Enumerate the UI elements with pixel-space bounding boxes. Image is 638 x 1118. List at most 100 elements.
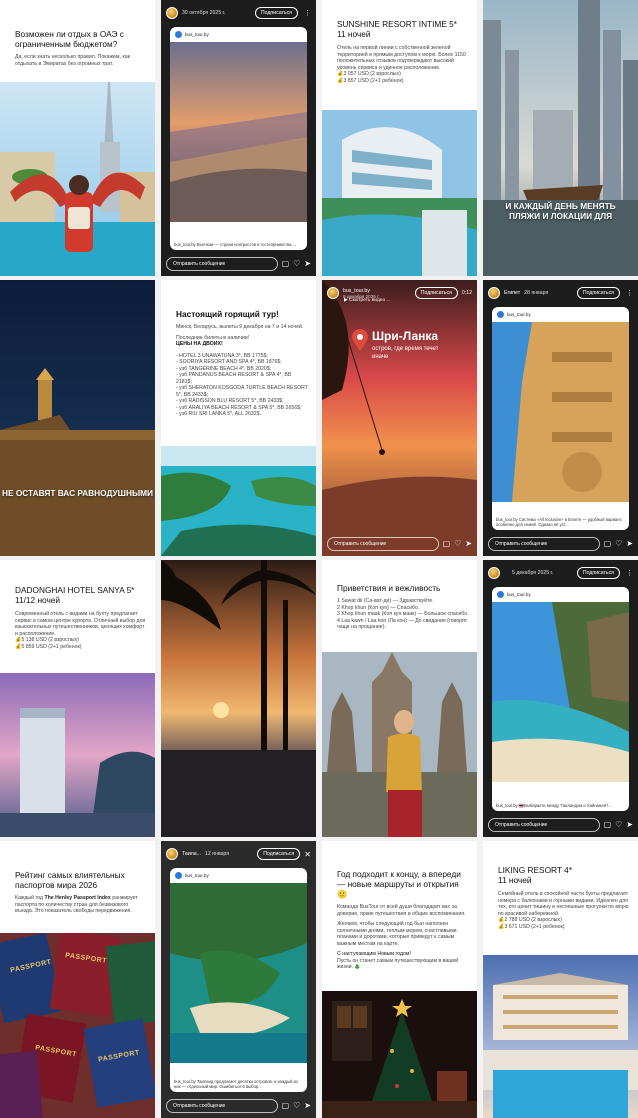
story-vietnam[interactable]: 30 октября 2025 г. Подписаться ⋮ bus_tou… [161,0,316,276]
message-input[interactable]: Отправить сообщение [488,536,600,551]
post-sunshine-resort[interactable]: SUNSHINE RESORT INTIME 5* 11 ночей Отель… [322,0,477,276]
avatar[interactable] [166,848,178,860]
thai-beach-photo [492,602,629,782]
overlay-text: НЕ ОСТАВЯТ ВАС РАВНОДУШНЫМИ [1,488,153,498]
message-input[interactable]: Отправить сообщение [488,817,600,832]
heart-icon[interactable]: ♡ [454,539,461,548]
post-body: Да, если знать несколько правил. Покажем… [15,54,130,67]
resort-photo [322,110,477,276]
greeting-body: Пусть он станет самым путешествующим в в… [337,957,459,971]
send-icon[interactable]: ➤ [304,1101,311,1110]
phrase-line: 3 Khop khun maak (Коп кун маак) — Большо… [337,611,469,617]
palm-sunset-photo [161,560,316,837]
send-icon[interactable]: ➤ [626,820,633,829]
more-icon[interactable]: ⋮ [626,569,633,577]
subscribe-button[interactable]: Подписаться [576,567,620,579]
avatar[interactable] [327,287,339,299]
post-uae-boat[interactable]: И КАЖДЫЙ ДЕНЬ МЕНЯТЬ ПЛЯЖИ И ЛОКАЦИИ ДЛЯ [483,0,638,276]
hotel-title: DADONGHAI HOTEL SANYA 5* [15,585,135,595]
story-egypt[interactable]: Египет 28 января Подписаться ⋮ bus_tour.… [483,280,638,556]
dubai-photo [0,82,155,276]
overlay-text: И КАЖДЫЙ ДЕНЬ МЕНЯТЬ ПЛЯЖИ И ЛОКАЦИИ ДЛЯ [505,201,616,221]
heart-icon[interactable]: ♡ [293,259,300,268]
hotel-title: SUNSHINE RESORT INTIME 5* [337,19,458,29]
island-aerial-photo [170,883,307,1063]
post-liking-resort[interactable]: LIKING RESORT 4* 11 ночей Семейный отель… [483,841,638,1118]
prices-heading: ЦЕНЫ НА ДВОИХ! [176,341,223,347]
post-new-year[interactable]: Год подходит к концу, а впереди — новые … [322,841,477,1118]
close-icon[interactable]: ✕ [304,850,311,859]
tagline: остров, где время течет иначе [372,346,439,360]
map-pin-icon [352,329,368,351]
gallery-icon[interactable]: ▢ [282,1101,290,1110]
hotel-description: Семейный отель в спокойной части бухты п… [498,891,629,917]
price-line: - узб PANDANUS BEACH RESORT & SPA 4*, BB… [176,372,292,385]
more-icon[interactable]: ⋮ [626,289,633,297]
more-icon[interactable]: ⋮ [304,9,311,17]
story-thailand-hainan[interactable]: 5 декабря 2025 г. Подписаться ⋮ bus_tour… [483,560,638,837]
heart-icon[interactable]: ♡ [615,820,622,829]
avatar-mini [175,872,182,879]
price-family: 💰5 859 USD (2+1 ребенок) [15,643,82,650]
post-thai-phrases[interactable]: Приветствия и вежливость 1 Sawat dii (Са… [322,560,477,837]
story-date: 28 января [524,290,549,296]
heart-icon[interactable]: ♡ [293,1101,300,1110]
christmas-photo [322,991,477,1118]
account-name: bus_tour.by [185,873,209,878]
post-title: Возможен ли отдых в ОАЭ с ограниченным б… [15,29,124,49]
story-author: Таила... [182,851,201,857]
index-name: The Henley Passport Index [44,895,111,901]
hotel-description: Современный отель с видами на бухту пред… [15,611,146,637]
story-thai-islands[interactable]: Таила... 12 января Подписаться ✕ bus_tou… [161,841,316,1118]
island-photo [161,446,316,556]
post-title: Рейтинг самых влиятельных паспортов мира… [15,870,125,890]
subscribe-button[interactable]: Подписаться [254,7,298,19]
avatar[interactable] [166,7,178,19]
message-input[interactable]: Отправить сообщение [327,536,439,551]
subscribe-button[interactable]: Подписаться [576,287,620,299]
post-title: Год подходит к концу, а впереди — новые … [337,869,461,899]
story-sri-lanka[interactable]: bus_tour.by 9 декабря 2025 г. Подписатьс… [322,280,477,556]
gallery-icon[interactable]: ▢ [443,539,451,548]
send-icon[interactable]: ➤ [304,259,311,268]
reposted-post[interactable]: bus_tour.by bus_tour.by Вьетнам — страна… [170,27,307,250]
send-icon[interactable]: ➤ [465,539,472,548]
avatar-mini [175,31,182,38]
post-body: Команда BusTour от всей души благодарит … [337,904,466,917]
reposted-post[interactable]: bus_tour.by bus_tour.by Система «All Inc… [492,307,629,530]
subscribe-button[interactable]: Подписаться [257,848,301,860]
gallery-icon[interactable]: ▢ [604,539,612,548]
hotel-title: LIKING RESORT 4* [498,865,572,875]
message-input[interactable]: Отправить сообщение [166,1098,278,1113]
post-palm-sunset[interactable] [161,560,316,837]
video-time: 0:12 [461,290,472,296]
story-date: 9 декабря 2025 г. [343,293,380,299]
send-icon[interactable]: ➤ [626,539,633,548]
passports-photo: PASSPORT PASSPORT PASSPORT PASSPORT [0,933,155,1118]
feed-grid: Возможен ли отдых в ОАЭ с ограниченным б… [0,0,638,1118]
price-line: - узб RIU SRI LANKA 5*, ALL 2632$. [176,411,261,417]
post-oman-fort[interactable]: НЕ ОСТАВЯТ ВАС РАВНОДУШНЫМИ [0,280,155,556]
gallery-icon[interactable]: ▢ [604,820,612,829]
post-hot-tour[interactable]: Настоящий горящий тур! Минск, Беларусь, … [161,280,316,556]
avatar[interactable] [488,567,500,579]
heart-icon[interactable]: ♡ [615,539,622,548]
story-date: 12 января [204,851,230,857]
hotel-nights: 11/12 ночей [15,595,61,605]
avatar[interactable] [488,287,500,299]
post-uae-budget[interactable]: Возможен ли отдых в ОАЭ с ограниченным б… [0,0,155,276]
post-dadonghai-hotel[interactable]: DADONGHAI HOTEL SANYA 5* 11/12 ночей Сов… [0,560,155,837]
price-line: - узб SHERATON KOSGODA TURTLE BEACH RESO… [176,385,308,398]
reposted-post[interactable]: bus_tour.by bus_tour.by 🇹🇭Выбираете межд… [492,587,629,811]
thai-dancer-photo [322,652,477,837]
post-caption: bus_tour.by Система «All Inclusive» в Ег… [496,517,625,527]
gallery-icon[interactable]: ▢ [282,259,290,268]
subscribe-button[interactable]: Подписаться [414,287,458,299]
message-input[interactable]: Отправить сообщение [166,256,278,271]
price-family: 💰3 671 USD (2+1 ребенок) [498,923,565,930]
reposted-post[interactable]: bus_tour.by bus_tour.by Таиланд предлага… [170,868,307,1092]
post-caption: bus_tour.by Таиланд предлагает десятки о… [174,1079,303,1089]
post-caption: bus_tour.by Вьетнам — страна контрастов … [174,242,303,247]
body-text: Каждый год [15,895,45,901]
post-passport-ranking[interactable]: Рейтинг самых влиятельных паспортов мира… [0,841,155,1118]
